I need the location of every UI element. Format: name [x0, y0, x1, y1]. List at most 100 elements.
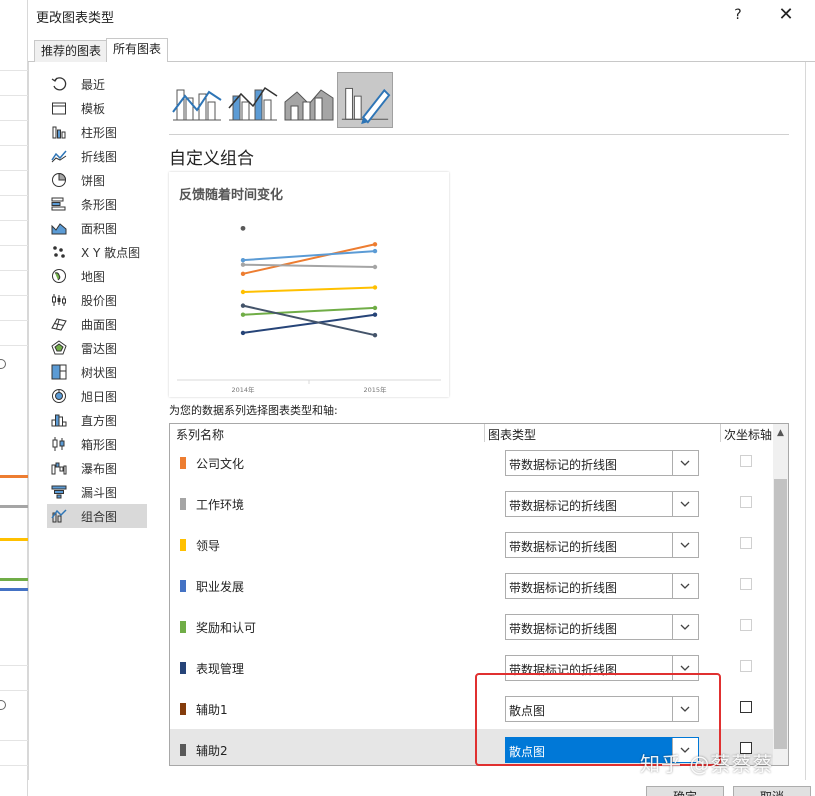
series-color-swatch: [180, 539, 186, 551]
series-line: [242, 263, 376, 268]
series-row[interactable]: 职业发展 带数据标记的折线图: [170, 565, 775, 606]
scroll-thumb[interactable]: [774, 479, 787, 749]
close-button[interactable]: ✕: [775, 4, 797, 26]
category-label: 模板: [81, 101, 106, 116]
series-row[interactable]: 公司文化 带数据标记的折线图: [170, 442, 775, 483]
category-item-surface-chart[interactable]: 曲面图: [47, 312, 147, 336]
watermark-text: 知乎 @蔡蔡蔡: [640, 752, 774, 776]
category-item-map-chart[interactable]: 地图: [47, 264, 147, 288]
data-point: [372, 285, 378, 290]
category-label: 直方图: [81, 413, 118, 428]
series-prompt-label: 为您的数据系列选择图表类型和轴:: [169, 404, 338, 417]
data-point: [240, 303, 246, 308]
category-item-radar-chart[interactable]: 雷达图: [47, 336, 147, 360]
surface-chart-icon: [51, 316, 67, 332]
change-chart-type-dialog: 更改图表类型 ? ✕ 推荐的图表 所有图表 最近模板柱形图折线图饼图条形图面积图…: [0, 0, 815, 796]
data-point: [240, 257, 246, 263]
chart-preview: 反馈随着时间变化 2014年 2015年: [169, 172, 449, 397]
category-item-box-whisker-chart[interactable]: 箱形图: [47, 432, 147, 456]
vertical-scrollbar[interactable]: ▲: [773, 424, 788, 765]
clustered-column-line-secondary-icon[interactable]: [225, 72, 281, 128]
category-label: 旭日图: [81, 389, 118, 404]
chevron-down-icon[interactable]: [672, 492, 698, 516]
secondary-axis-checkbox: [740, 455, 752, 467]
category-item-pie-chart[interactable]: 饼图: [47, 168, 147, 192]
x-tick-label: 2014年: [231, 385, 255, 394]
tab-all-charts[interactable]: 所有图表: [106, 38, 169, 63]
dropdown-value: 带数据标记的折线图: [509, 581, 618, 595]
preview-plot: 2014年 2015年: [177, 225, 441, 394]
category-item-treemap-chart[interactable]: 树状图: [47, 360, 147, 384]
category-item-column-chart[interactable]: 柱形图: [47, 120, 147, 144]
chart-type-dropdown[interactable]: 带数据标记的折线图: [505, 450, 699, 476]
chart-type-dropdown[interactable]: 带数据标记的折线图: [505, 614, 699, 640]
data-point: [240, 330, 246, 336]
radar-chart-icon: [51, 340, 67, 356]
category-item-area-chart[interactable]: 面积图: [47, 216, 147, 240]
chevron-down-icon[interactable]: [672, 574, 698, 598]
data-point: [372, 248, 378, 254]
help-button[interactable]: ?: [727, 4, 749, 26]
category-label: 饼图: [81, 173, 106, 188]
template-icon: [51, 100, 67, 116]
custom-combination-icon[interactable]: [337, 72, 393, 128]
category-label: 树状图: [81, 365, 118, 380]
series-color-swatch: [180, 662, 186, 674]
series-row[interactable]: 奖励和认可 带数据标记的折线图: [170, 606, 775, 647]
category-item-waterfall-chart[interactable]: 瀑布图: [47, 456, 147, 480]
bar-chart-icon: [51, 196, 67, 212]
category-item-line-chart[interactable]: 折线图: [47, 144, 147, 168]
chart-type-dropdown[interactable]: 带数据标记的折线图: [505, 532, 699, 558]
chart-type-dropdown[interactable]: 带数据标记的折线图: [505, 573, 699, 599]
category-item-stock-chart[interactable]: 股价图: [47, 288, 147, 312]
category-item-sunburst-chart[interactable]: 旭日图: [47, 384, 147, 408]
chart-type-dropdown[interactable]: 带数据标记的折线图: [505, 491, 699, 517]
series-name: 工作环境: [196, 498, 245, 512]
column-separator: [484, 424, 485, 442]
secondary-axis-checkbox: [740, 537, 752, 549]
tab-recommended-charts[interactable]: 推荐的图表: [34, 40, 109, 62]
ok-button[interactable]: 确定: [646, 786, 724, 796]
column-header-chart-type: 图表类型: [488, 428, 537, 442]
treemap-chart-icon: [51, 364, 67, 380]
category-item-template[interactable]: 模板: [47, 96, 147, 120]
category-item-scatter-chart[interactable]: X Y 散点图: [47, 240, 147, 264]
series-row[interactable]: 领导 带数据标记的折线图: [170, 524, 775, 565]
data-point: [372, 242, 378, 247]
scroll-up-arrow-icon[interactable]: ▲: [773, 424, 788, 442]
series-name: 领导: [196, 539, 221, 553]
category-item-funnel-chart[interactable]: 漏斗图: [47, 480, 147, 504]
scatter-point: [240, 225, 246, 231]
series-row[interactable]: 工作环境 带数据标记的折线图: [170, 483, 775, 524]
area-chart-icon: [51, 220, 67, 236]
section-title: 自定义组合: [169, 149, 254, 169]
series-color-swatch: [180, 498, 186, 510]
category-item-histogram-chart[interactable]: 直方图: [47, 408, 147, 432]
dialog-titlebar[interactable]: 更改图表类型 ? ✕: [28, 0, 815, 30]
clustered-column-line-icon[interactable]: [169, 72, 225, 128]
column-header-series-name: 系列名称: [176, 428, 225, 442]
chart-category-list: 最近模板柱形图折线图饼图条形图面积图 X Y 散点图 地图股价图曲面图 雷达图树状图旭…: [47, 72, 147, 528]
category-item-recent[interactable]: 最近: [47, 72, 147, 96]
chevron-down-icon[interactable]: [672, 533, 698, 557]
divider: [169, 134, 789, 135]
cancel-button[interactable]: 取消: [733, 786, 811, 796]
category-item-bar-chart[interactable]: 条形图: [47, 192, 147, 216]
data-point: [240, 289, 246, 295]
dropdown-value: 带数据标记的折线图: [509, 622, 618, 636]
secondary-axis-checkbox[interactable]: [740, 701, 752, 713]
series-color-swatch: [180, 621, 186, 633]
category-item-combo-chart[interactable]: 组合图: [47, 504, 147, 528]
series-name: 职业发展: [196, 580, 245, 594]
category-label: 折线图: [81, 149, 118, 164]
scatter-chart-icon: [51, 244, 67, 260]
series-color-swatch: [180, 703, 186, 715]
data-point: [240, 271, 246, 277]
category-label: 面积图: [81, 221, 118, 236]
column-header-secondary-axis: 次坐标轴: [724, 428, 773, 442]
category-label: 股价图: [81, 293, 118, 308]
chevron-down-icon[interactable]: [672, 451, 698, 475]
chevron-down-icon[interactable]: [672, 615, 698, 639]
series-name: 奖励和认可: [196, 621, 257, 635]
stacked-area-column-icon[interactable]: [281, 72, 337, 128]
